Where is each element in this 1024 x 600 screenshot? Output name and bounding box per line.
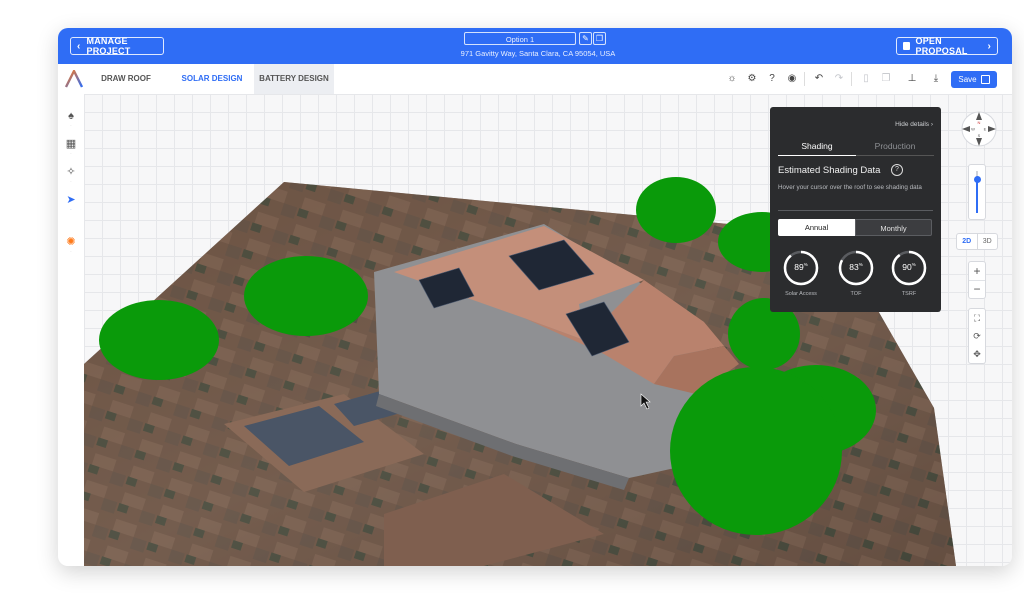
solar-access-gauge: 89% — [782, 249, 820, 287]
duplicate-icon[interactable]: ❐ — [879, 72, 893, 86]
sun-icon: ✺ — [66, 236, 76, 248]
eye-icon[interactable]: ◉ — [785, 72, 799, 86]
sidebar-item-select[interactable]: ➤ · — [58, 194, 84, 212]
magic-wand-icon: ✧ — [66, 166, 76, 178]
fit-view-icon[interactable]: ⛶ — [969, 309, 985, 327]
svg-text:N: N — [978, 120, 981, 125]
toolbar-divider — [851, 72, 852, 86]
open-proposal-label: OPEN PROPOSAL — [915, 36, 968, 56]
save-label: Save — [958, 75, 977, 84]
top-bar: ‹ MANAGE PROJECT Option 1 ✎ ❐ 971 Gavitt… — [58, 28, 1012, 64]
svg-text:E: E — [984, 127, 987, 132]
tree-obstruction[interactable] — [670, 367, 842, 535]
rotate-icon[interactable]: ⟳ — [969, 327, 985, 345]
slider-handle[interactable] — [973, 175, 981, 183]
project-address: 971 Gavitty Way, Santa Clara, CA 95054, … — [460, 49, 616, 58]
save-button[interactable]: Save — [951, 71, 997, 88]
sidebar-item-auto[interactable]: ✧ · — [58, 166, 84, 184]
slider-fill — [976, 179, 978, 213]
tilt-slider[interactable] — [968, 164, 986, 220]
app-window: ‹ MANAGE PROJECT Option 1 ✎ ❐ 971 Gavitt… — [58, 28, 1012, 566]
chevron-right-icon: › — [987, 40, 991, 52]
sidebar-item-shading[interactable]: ♠ · — [58, 110, 84, 128]
chevron-left-icon: ‹ — [77, 40, 81, 52]
edit-icon[interactable]: ✎ — [579, 32, 592, 45]
manage-project-button[interactable]: ‹ MANAGE PROJECT — [70, 36, 164, 56]
compass-icon[interactable]: N W E S — [960, 110, 998, 148]
shading-title: Estimated Shading Data — [778, 165, 881, 176]
gauge-value: 83% — [849, 262, 863, 272]
tab-production[interactable]: Production — [856, 141, 934, 156]
open-proposal-button[interactable]: OPEN PROPOSAL › — [896, 36, 998, 56]
help-icon[interactable]: ? — [891, 164, 903, 176]
option-name-field[interactable]: Option 1 — [464, 32, 576, 45]
sidebar-item-panels[interactable]: ▦ · — [58, 138, 84, 156]
delete-icon[interactable]: ▯ — [859, 72, 873, 86]
tof-label: TOF — [850, 291, 862, 297]
tof-gauge: 83% — [837, 249, 875, 287]
sidebar-tiny-label: · — [70, 152, 72, 156]
gauge-value: 90% — [902, 262, 916, 272]
flame-icon: ♠ — [68, 110, 74, 122]
tree-obstruction[interactable] — [636, 177, 716, 243]
shading-details-panel: Hide details › Shading Production Estima… — [770, 107, 941, 312]
zoom-out-button[interactable]: − — [969, 281, 985, 298]
gear-icon[interactable]: ⚙ — [745, 72, 759, 86]
zoom-controls: + − — [968, 261, 986, 299]
sidebar-tiny-label: · — [70, 208, 72, 212]
tree-obstruction[interactable] — [99, 300, 219, 380]
undo-icon[interactable]: ↶ — [812, 72, 826, 86]
copy-icon[interactable]: ❐ — [593, 32, 606, 45]
svg-text:S: S — [978, 133, 981, 138]
cursor-icon: ➤ — [66, 194, 76, 206]
panel-divider — [778, 210, 933, 211]
mode-2d-button[interactable]: 2D — [957, 234, 978, 249]
left-sidebar: ♠ · ▦ · ✧ · ➤ · ✺ · — [58, 94, 85, 566]
manage-project-label: MANAGE PROJECT — [86, 36, 131, 56]
tab-shading[interactable]: Shading — [778, 141, 856, 156]
help-icon[interactable]: ? — [765, 72, 779, 86]
sidebar-tiny-label: · — [70, 250, 72, 254]
sidebar-tiny-label: · — [70, 124, 72, 128]
measure-icon[interactable]: ⊥ — [905, 72, 919, 86]
chart-icon — [903, 42, 910, 50]
monthly-toggle[interactable]: Monthly — [855, 219, 932, 236]
redo-icon[interactable]: ↷ — [832, 72, 846, 86]
tab-draw-roof[interactable]: DRAW ROOF — [90, 64, 162, 94]
tsrf-gauge: 90% — [890, 249, 928, 287]
camera-controls: ⛶ ⟳ ✥ — [968, 308, 986, 364]
tab-solar-design[interactable]: SOLAR DESIGN — [168, 64, 256, 94]
tsrf-label: TSRF — [901, 291, 917, 297]
hide-details-link[interactable]: Hide details › — [895, 121, 933, 128]
svg-text:W: W — [971, 127, 975, 132]
app-logo-icon — [64, 70, 84, 88]
solar-access-label: Solar Access — [785, 291, 817, 297]
zoom-in-button[interactable]: + — [969, 262, 985, 281]
sun-path-icon[interactable]: ☼ — [725, 72, 739, 86]
pan-icon[interactable]: ✥ — [969, 345, 985, 363]
floppy-icon — [980, 75, 990, 84]
tree-obstruction[interactable] — [244, 256, 368, 336]
view-mode-toggle: 2D 3D — [956, 233, 998, 250]
sidebar-tiny-label: · — [70, 180, 72, 184]
toolbar-divider — [804, 72, 805, 86]
tab-battery-design[interactable]: BATTERY DESIGN — [254, 64, 334, 94]
grid-icon: ▦ — [65, 138, 77, 150]
mode-3d-button[interactable]: 3D — [978, 234, 998, 249]
tool-bar: DRAW ROOF SOLAR DESIGN BATTERY DESIGN ☼ … — [58, 64, 1012, 95]
download-icon[interactable]: ⤓ — [929, 72, 943, 86]
sidebar-item-sun[interactable]: ✺ · — [58, 236, 84, 254]
gauge-value: 89% — [794, 262, 808, 272]
annual-toggle[interactable]: Annual — [778, 219, 855, 236]
shading-description: Hover your cursor over the roof to see s… — [778, 184, 922, 191]
